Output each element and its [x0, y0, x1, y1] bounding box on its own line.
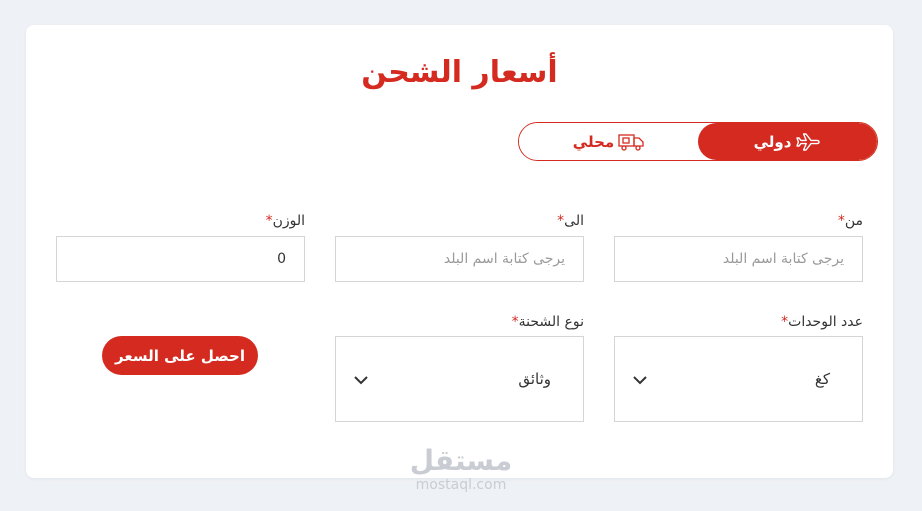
to-country-input[interactable] — [335, 236, 584, 282]
local-shipping-option[interactable]: محلي — [519, 123, 698, 160]
chevron-down-icon — [633, 370, 647, 389]
local-label: محلي — [572, 132, 615, 151]
from-country-input[interactable] — [614, 236, 863, 282]
weight-label: الوزن* — [265, 213, 305, 229]
shipment-type-select[interactable]: وثائق — [335, 336, 584, 422]
page-title: أسعار الشحن — [361, 55, 558, 90]
weight-input[interactable] — [56, 236, 305, 282]
international-shipping-option[interactable]: دولي — [698, 123, 877, 160]
chevron-down-icon — [354, 370, 368, 389]
truck-icon — [618, 132, 644, 152]
to-label: الى* — [557, 213, 584, 229]
units-selected-value: كغ — [814, 370, 830, 388]
mostaql-watermark: مستقل mostaql.com — [404, 444, 518, 494]
shipping-rates-card: أسعار الشحن محلي دولي من* الى* الوزن* ير… — [26, 25, 893, 478]
get-price-button[interactable]: احصل على السعر — [102, 336, 258, 375]
watermark-latin: mostaql.com — [415, 477, 507, 493]
shipment-type-label: نوع الشحنة* — [511, 314, 584, 330]
units-label: عدد الوحدات* — [781, 314, 863, 330]
shipping-type-toggle[interactable]: محلي دولي — [518, 122, 878, 161]
from-label: من* — [837, 213, 863, 229]
units-select[interactable]: كغ — [614, 336, 863, 422]
shipment-type-selected-value: وثائق — [518, 370, 551, 388]
watermark-arabic: مستقل — [409, 444, 513, 477]
airplane-icon — [795, 132, 821, 152]
international-label: دولي — [753, 132, 792, 151]
